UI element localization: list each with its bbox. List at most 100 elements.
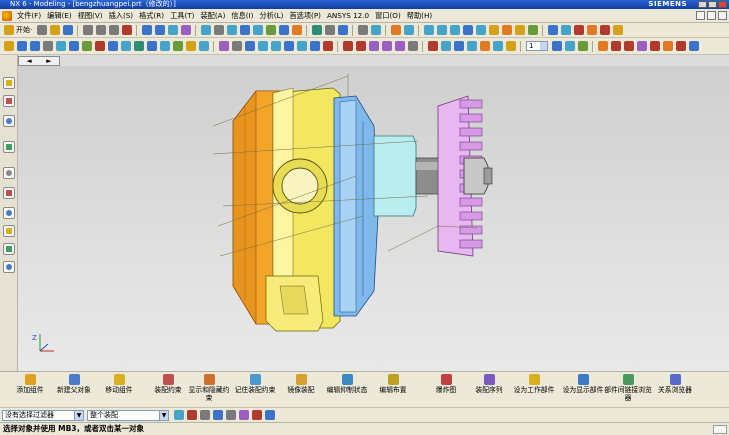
slot-icon[interactable] xyxy=(94,41,105,51)
app-icon[interactable] xyxy=(2,10,12,21)
wcs-save-icon[interactable] xyxy=(675,41,686,51)
bounded-plane-icon[interactable] xyxy=(466,41,477,51)
chamfer-icon[interactable] xyxy=(198,41,209,51)
edge-blend-icon[interactable] xyxy=(185,41,196,51)
extrude-icon[interactable] xyxy=(16,41,27,51)
line-icon[interactable] xyxy=(342,41,353,51)
find-command-icon[interactable] xyxy=(180,25,191,35)
deselect-icon[interactable] xyxy=(225,410,236,420)
through-curves-icon[interactable] xyxy=(440,41,451,51)
menu-item[interactable]: 窗口(O) xyxy=(372,11,404,21)
part-navigator-icon[interactable] xyxy=(3,115,15,127)
menu-item[interactable]: ANSYS 12.0 xyxy=(324,11,372,20)
view-top-icon[interactable] xyxy=(436,25,447,35)
selection-intent-icon[interactable] xyxy=(199,410,210,420)
view-trimetric-icon[interactable] xyxy=(475,25,486,35)
assembly-navigator-icon[interactable] xyxy=(3,77,15,89)
mdi-close-button[interactable] xyxy=(718,11,727,20)
groove-icon[interactable] xyxy=(107,41,118,51)
assembly-button[interactable]: 部件间链接浏览器 xyxy=(603,374,653,402)
section-view-icon[interactable] xyxy=(547,25,558,35)
clip-icon[interactable] xyxy=(560,25,571,35)
select-all-icon[interactable] xyxy=(212,410,223,420)
constraint-navigator-icon[interactable] xyxy=(3,95,15,107)
status-grip-icon[interactable] xyxy=(713,425,727,434)
start-icon[interactable] xyxy=(3,25,14,35)
csys-icon[interactable] xyxy=(133,41,144,51)
snap-point-icon[interactable] xyxy=(186,410,197,420)
menu-item[interactable]: 插入(S) xyxy=(106,11,137,21)
display-icon[interactable] xyxy=(324,25,335,35)
intersect-icon[interactable] xyxy=(172,41,183,51)
rotate-icon[interactable] xyxy=(239,25,250,35)
menu-item[interactable]: 首选项(P) xyxy=(286,11,324,21)
boss-icon[interactable] xyxy=(55,41,66,51)
minimize-button[interactable] xyxy=(698,1,707,8)
history-icon[interactable] xyxy=(3,167,15,179)
pattern-icon[interactable] xyxy=(218,41,229,51)
scroll-left-button[interactable]: ◄ xyxy=(19,57,39,65)
assembly-button[interactable]: 记住装配约束 xyxy=(232,374,278,395)
repeat-command-icon[interactable] xyxy=(167,25,178,35)
mdi-restore-button[interactable] xyxy=(707,11,716,20)
assembly-button[interactable]: 新建父对象 xyxy=(54,374,94,395)
roles-icon[interactable] xyxy=(3,243,15,255)
view-iso-icon[interactable] xyxy=(462,25,473,35)
offset-face-icon[interactable] xyxy=(270,41,281,51)
revolve-icon[interactable] xyxy=(29,41,40,51)
chevron-down-icon[interactable]: ▼ xyxy=(74,410,83,420)
save-icon[interactable] xyxy=(62,25,73,35)
lasso-icon[interactable] xyxy=(238,410,249,420)
move-to-layer-icon[interactable] xyxy=(564,41,575,51)
curvature-icon[interactable] xyxy=(612,25,623,35)
light-icon[interactable] xyxy=(488,25,499,35)
analysis-icon[interactable] xyxy=(586,25,597,35)
patch-icon[interactable] xyxy=(505,41,516,51)
show-icon[interactable] xyxy=(370,25,381,35)
arc-icon[interactable] xyxy=(355,41,366,51)
orient-view-icon[interactable] xyxy=(278,25,289,35)
studio-icon[interactable] xyxy=(527,25,538,35)
cut-icon[interactable] xyxy=(82,25,93,35)
assembly-button[interactable]: 装配序列 xyxy=(470,374,508,395)
assembly-button[interactable]: 编辑布置 xyxy=(376,374,410,395)
menu-item[interactable]: 分析(L) xyxy=(256,11,286,21)
material-icon[interactable] xyxy=(501,25,512,35)
pocket-icon[interactable] xyxy=(68,41,79,51)
sew-icon[interactable] xyxy=(492,41,503,51)
close-button[interactable] xyxy=(718,1,727,8)
shell-icon[interactable] xyxy=(283,41,294,51)
assembly-button[interactable]: 装配约束 xyxy=(148,374,188,395)
axis-icon[interactable] xyxy=(257,41,268,51)
redo-icon[interactable] xyxy=(154,25,165,35)
surface-icon[interactable] xyxy=(453,41,464,51)
scroll-right-button[interactable]: ► xyxy=(39,57,59,65)
menu-item[interactable]: 帮助(H) xyxy=(404,11,435,21)
copy-to-layer-icon[interactable] xyxy=(577,41,588,51)
draft-icon[interactable] xyxy=(599,25,610,35)
wcs-origin-icon[interactable] xyxy=(610,41,621,51)
manufacturing-wizard-icon[interactable] xyxy=(3,225,15,237)
layer-icon[interactable] xyxy=(311,25,322,35)
assembly-button[interactable]: 设为显示部件 xyxy=(561,374,605,395)
background-icon[interactable] xyxy=(514,25,525,35)
system-materials-icon[interactable] xyxy=(3,187,15,199)
wcs-dynamic-icon[interactable] xyxy=(649,41,660,51)
menu-item[interactable]: 信息(I) xyxy=(228,11,256,21)
plane-icon[interactable] xyxy=(244,41,255,51)
wcs-display-icon[interactable] xyxy=(662,41,673,51)
process-studio-icon[interactable] xyxy=(3,207,15,219)
menu-item[interactable]: 文件(F) xyxy=(14,11,44,21)
edit-object-display-icon[interactable] xyxy=(337,25,348,35)
bearing-housing[interactable] xyxy=(373,135,417,217)
shaded-view-icon[interactable] xyxy=(265,25,276,35)
wcs-orient-icon[interactable] xyxy=(636,41,647,51)
assembly-button[interactable]: 移动组件 xyxy=(102,374,136,395)
assembly-button[interactable]: 编辑抑制状态 xyxy=(324,374,370,395)
system-scenes-icon[interactable] xyxy=(3,261,15,273)
assembly-button[interactable]: 显示和隐藏约束 xyxy=(186,374,232,402)
datum-icon[interactable] xyxy=(120,41,131,51)
snap-icon[interactable] xyxy=(403,25,414,35)
subtract-icon[interactable] xyxy=(159,41,170,51)
menu-item[interactable]: 工具(T) xyxy=(167,11,197,21)
